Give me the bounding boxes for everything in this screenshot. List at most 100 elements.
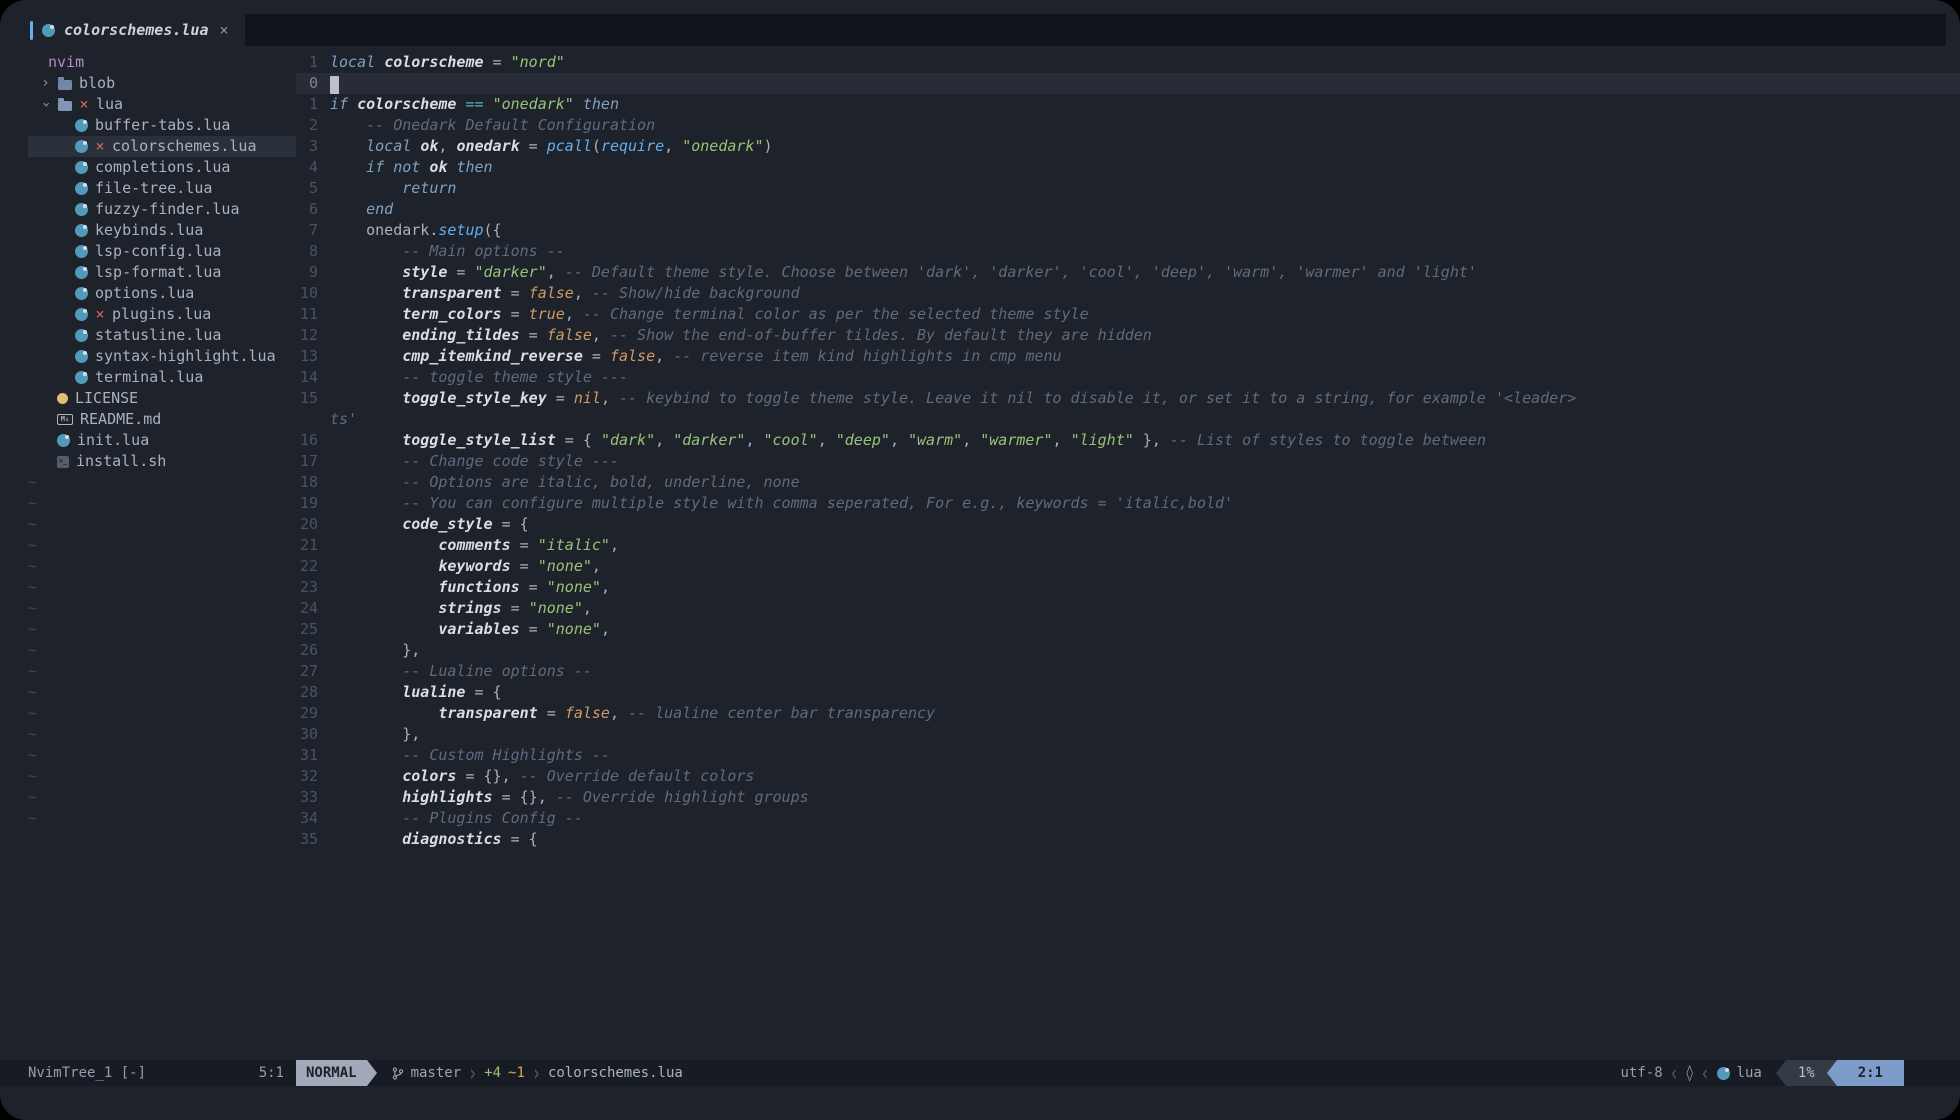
tree-item-install.sh[interactable]: >_install.sh — [28, 451, 296, 472]
tree-item-LICENSE[interactable]: LICENSE — [28, 388, 296, 409]
chevron-down-icon[interactable]: › — [35, 99, 56, 110]
tree-item-keybinds.lua[interactable]: keybinds.lua — [28, 220, 296, 241]
code-line[interactable]: 22 keywords = "none", — [296, 556, 1960, 577]
code-line[interactable]: 24 strings = "none", — [296, 598, 1960, 619]
line-number: 29 — [296, 703, 318, 724]
empty-line-tilde: ~ — [28, 640, 296, 661]
tree-item-fuzzy-finder.lua[interactable]: fuzzy-finder.lua — [28, 199, 296, 220]
editor-buffer[interactable]: 1local colorscheme = "nord"01if colorsch… — [296, 48, 1960, 1060]
code-line[interactable]: 25 variables = "none", — [296, 619, 1960, 640]
code-text: toggle_style_list = { "dark", "darker", … — [330, 430, 1486, 451]
tree-item-blob[interactable]: ›blob — [28, 73, 296, 94]
code-line[interactable]: 32 colors = {}, -- Override default colo… — [296, 766, 1960, 787]
tree-item-label: file-tree.lua — [95, 178, 212, 199]
code-line[interactable]: 19 -- You can configure multiple style w… — [296, 493, 1960, 514]
line-number: 33 — [296, 787, 318, 808]
code-line[interactable]: 1local colorscheme = "nord" — [296, 52, 1960, 73]
code-line[interactable]: 21 comments = "italic", — [296, 535, 1960, 556]
line-number: 23 — [296, 577, 318, 598]
tree-item-buffer-tabs.lua[interactable]: buffer-tabs.lua — [28, 115, 296, 136]
tree-item-README.md[interactable]: M↓README.md — [28, 409, 296, 430]
code-text: }, — [330, 724, 420, 745]
code-line[interactable]: 33 highlights = {}, -- Override highligh… — [296, 787, 1960, 808]
lua-file-icon — [75, 266, 88, 279]
main-area: nvim ›blob›×luabuffer-tabs.lua×colorsche… — [0, 48, 1960, 1060]
code-line[interactable]: 30 }, — [296, 724, 1960, 745]
chevron-right-icon: › — [532, 1060, 541, 1087]
lua-file-icon — [75, 182, 88, 195]
code-line[interactable]: 27 -- Lualine options -- — [296, 661, 1960, 682]
code-line[interactable]: 31 -- Custom Highlights -- — [296, 745, 1960, 766]
empty-line-tilde: ~ — [28, 766, 296, 787]
git-changed-icon: × — [95, 304, 105, 325]
code-line[interactable]: ts' — [296, 409, 1960, 430]
tree-item-plugins.lua[interactable]: ×plugins.lua — [28, 304, 296, 325]
code-line[interactable]: 26 }, — [296, 640, 1960, 661]
tree-item-statusline.lua[interactable]: statusline.lua — [28, 325, 296, 346]
code-line[interactable]: 0 — [296, 73, 1960, 94]
code-line[interactable]: 2 -- Onedark Default Configuration — [296, 115, 1960, 136]
code-line[interactable]: 4 if not ok then — [296, 157, 1960, 178]
code-line[interactable]: 23 functions = "none", — [296, 577, 1960, 598]
tree-item-label: lua — [96, 94, 123, 115]
code-text: toggle_style_key = nil, -- keybind to to… — [330, 388, 1576, 409]
lua-file-icon — [75, 203, 88, 216]
code-text: -- Change code style --- — [330, 451, 619, 472]
tab-close-icon[interactable]: × — [220, 21, 229, 39]
tree-item-lua[interactable]: ›×lua — [28, 94, 296, 115]
tree-item-completions.lua[interactable]: completions.lua — [28, 157, 296, 178]
code-line[interactable]: 1if colorscheme == "onedark" then — [296, 94, 1960, 115]
lua-file-icon — [75, 308, 88, 321]
line-number: 34 — [296, 808, 318, 829]
code-line[interactable]: 12 ending_tildes = false, -- Show the en… — [296, 325, 1960, 346]
fileformat-unix-icon: ◊ — [1686, 1064, 1694, 1083]
tree-root-row[interactable]: nvim — [28, 52, 296, 73]
code-line[interactable]: 29 transparent = false, -- lualine cente… — [296, 703, 1960, 724]
tab-colorschemes[interactable]: colorschemes.lua × — [28, 14, 245, 46]
code-line[interactable]: 34 -- Plugins Config -- — [296, 808, 1960, 829]
line-number: 1 — [296, 94, 318, 115]
chevron-right-icon[interactable]: › — [40, 73, 51, 94]
code-line[interactable]: 14 -- toggle theme style --- — [296, 367, 1960, 388]
code-line[interactable]: 11 term_colors = true, -- Change termina… — [296, 304, 1960, 325]
code-text: term_colors = true, -- Change terminal c… — [330, 304, 1089, 325]
code-line[interactable]: 28 lualine = { — [296, 682, 1960, 703]
code-line[interactable]: 15 toggle_style_key = nil, -- keybind to… — [296, 388, 1960, 409]
empty-line-tilde: ~ — [28, 598, 296, 619]
code-line[interactable]: 10 transparent = false, -- Show/hide bac… — [296, 283, 1960, 304]
code-line[interactable]: 6 end — [296, 199, 1960, 220]
code-line[interactable]: 16 toggle_style_list = { "dark", "darker… — [296, 430, 1960, 451]
code-text: ending_tildes = false, -- Show the end-o… — [330, 325, 1152, 346]
line-number: 27 — [296, 661, 318, 682]
tree-item-terminal.lua[interactable]: terminal.lua — [28, 367, 296, 388]
code-line[interactable]: 13 cmp_itemkind_reverse = false, -- reve… — [296, 346, 1960, 367]
tree-item-label: terminal.lua — [95, 367, 203, 388]
code-line[interactable]: 35 diagnostics = { — [296, 829, 1960, 850]
code-line[interactable]: 17 -- Change code style --- — [296, 451, 1960, 472]
empty-line-tilde: ~ — [28, 661, 296, 682]
tree-root-label: nvim — [28, 52, 84, 73]
tree-item-lsp-format.lua[interactable]: lsp-format.lua — [28, 262, 296, 283]
tree-item-syntax-highlight.lua[interactable]: syntax-highlight.lua — [28, 346, 296, 367]
empty-line-tilde: ~ — [28, 703, 296, 724]
code-line[interactable]: 7 onedark.setup({ — [296, 220, 1960, 241]
code-line[interactable]: 5 return — [296, 178, 1960, 199]
tree-item-colorschemes.lua[interactable]: ×colorschemes.lua — [28, 136, 296, 157]
tree-item-options.lua[interactable]: options.lua — [28, 283, 296, 304]
code-line[interactable]: 8 -- Main options -- — [296, 241, 1960, 262]
code-line[interactable]: 20 code_style = { — [296, 514, 1960, 535]
tree-item-label: LICENSE — [75, 388, 138, 409]
empty-line-tilde: ~ — [28, 577, 296, 598]
code-line[interactable]: 9 style = "darker", -- Default theme sty… — [296, 262, 1960, 283]
tree-item-init.lua[interactable]: init.lua — [28, 430, 296, 451]
tree-item-file-tree.lua[interactable]: file-tree.lua — [28, 178, 296, 199]
code-text: local ok, onedark = pcall(require, "oned… — [330, 136, 773, 157]
line-number: 5 — [296, 178, 318, 199]
license-file-icon — [57, 393, 68, 404]
git-added-count: +4 — [484, 1065, 501, 1081]
code-line[interactable]: 3 local ok, onedark = pcall(require, "on… — [296, 136, 1960, 157]
code-text: }, — [330, 640, 420, 661]
tree-item-lsp-config.lua[interactable]: lsp-config.lua — [28, 241, 296, 262]
line-number: 19 — [296, 493, 318, 514]
code-line[interactable]: 18 -- Options are italic, bold, underlin… — [296, 472, 1960, 493]
